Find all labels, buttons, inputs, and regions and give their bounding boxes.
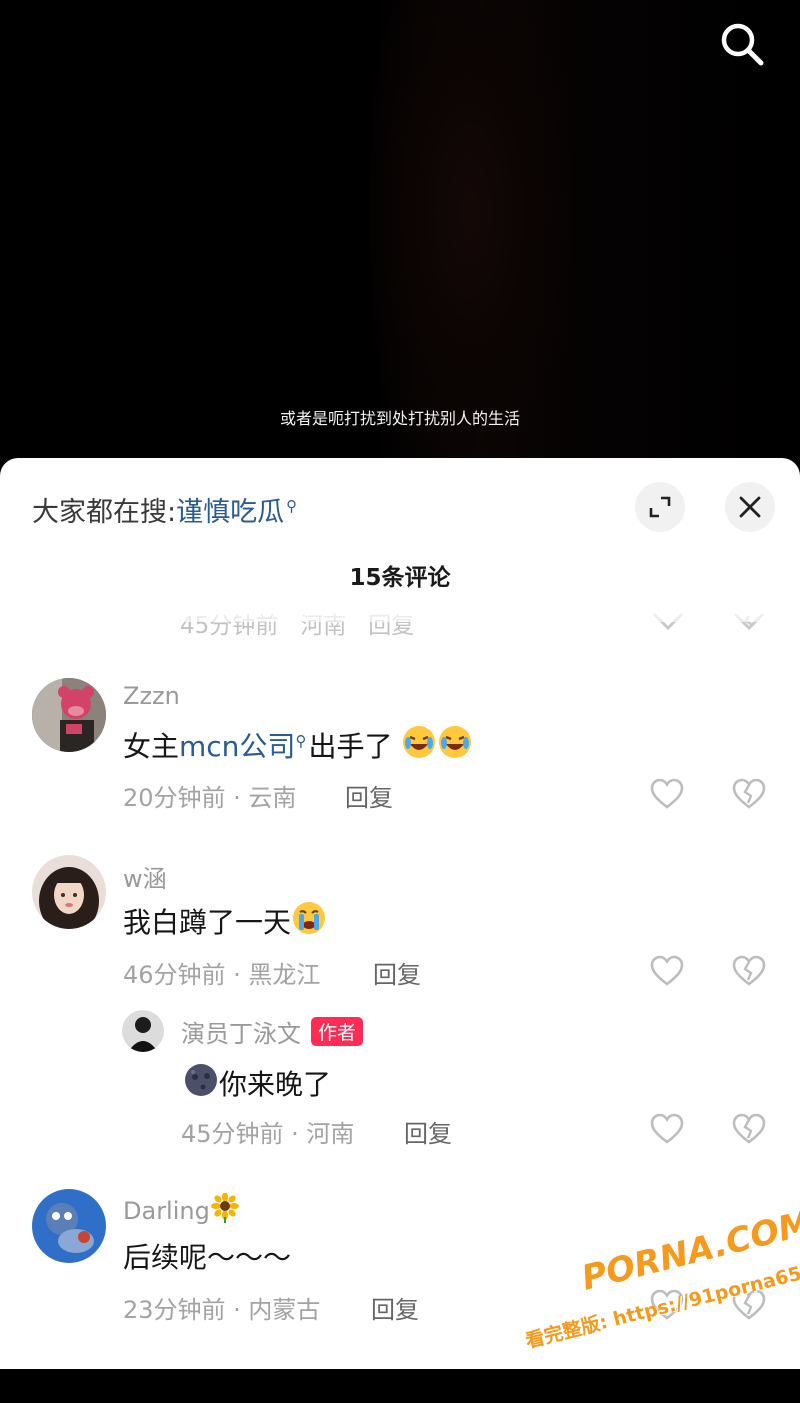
heart-icon[interactable] xyxy=(649,953,685,989)
dislike-icon[interactable] xyxy=(731,1111,767,1147)
reply-button[interactable]: 回复 xyxy=(345,778,393,813)
comment-text: 我白蹲了一天 xyxy=(123,900,327,943)
comment-meta: 46分钟前 · 黑龙江 xyxy=(123,961,321,989)
dark-moon-emoji-icon xyxy=(183,1062,219,1105)
comment-meta: 20分钟前 · 云南 xyxy=(123,784,297,812)
video-frame xyxy=(370,0,570,470)
hot-search-bar[interactable]: 大家都在搜:谨慎吃瓜 ⚲ xyxy=(32,490,297,529)
comment-username[interactable]: w涵 xyxy=(123,859,167,894)
reply-button[interactable]: 回复 xyxy=(371,1290,419,1325)
video-subtitle: 或者是呃打扰到处打扰别人的生活 xyxy=(279,409,520,428)
author-badge: 作者 xyxy=(311,1017,364,1046)
avatar[interactable] xyxy=(32,678,106,752)
search-icon: ⚲ xyxy=(295,731,307,750)
hot-search-prefix: 大家都在搜: xyxy=(32,497,177,528)
search-icon[interactable] xyxy=(718,20,766,68)
crying-emoji-icon xyxy=(291,900,327,943)
hot-search-term[interactable]: 谨慎吃瓜 xyxy=(176,497,284,528)
dislike-icon[interactable] xyxy=(731,953,767,989)
search-icon: ⚲ xyxy=(286,497,298,515)
video-player[interactable]: 或者是呃打扰到处打扰别人的生活 xyxy=(0,0,800,470)
avatar[interactable] xyxy=(32,1189,106,1263)
dislike-icon[interactable] xyxy=(731,776,767,812)
author-username[interactable]: Darling xyxy=(123,1197,210,1225)
comment-meta: 45分钟前 · 河南 xyxy=(181,1120,355,1148)
comment-username[interactable]: Zzzn xyxy=(123,682,180,710)
scroll-fade xyxy=(0,596,800,622)
comment-meta: 23分钟前 · 内蒙古 xyxy=(123,1296,321,1324)
sunflower-emoji-icon xyxy=(210,1192,240,1229)
comment-text: 女主mcn公司⚲出手了 xyxy=(123,724,473,767)
heart-icon[interactable] xyxy=(649,1111,685,1147)
author-username[interactable]: 演员丁泳文 xyxy=(181,1020,301,1048)
avatar[interactable] xyxy=(32,855,106,929)
avatar[interactable] xyxy=(122,1010,164,1052)
laughing-crying-emoji-icon xyxy=(401,724,437,767)
comment-count: 15条评论 xyxy=(349,565,451,591)
expand-icon xyxy=(649,496,671,518)
comment-username: 演员丁泳文 作者 xyxy=(181,1014,364,1049)
comment-search-link[interactable]: mcn公司 xyxy=(179,730,295,763)
comment-text-part: 出手了 xyxy=(308,730,393,763)
heart-icon[interactable] xyxy=(649,776,685,812)
close-icon xyxy=(739,496,761,518)
comment-text-part: 你来晚了 xyxy=(219,1068,332,1101)
close-button[interactable] xyxy=(725,482,775,532)
laughing-crying-emoji-icon xyxy=(437,724,473,767)
comment-text-part: 我白蹲了一天 xyxy=(123,906,292,939)
comment-username: Darling xyxy=(123,1192,240,1229)
reply-button[interactable]: 回复 xyxy=(373,955,421,990)
expand-button[interactable] xyxy=(635,482,685,532)
comment-text: 你来晚了 xyxy=(183,1062,331,1105)
reply-button[interactable]: 回复 xyxy=(404,1114,452,1149)
comment-text-part: 女主 xyxy=(123,730,180,763)
comment-text: 后续呢～～～ xyxy=(123,1241,292,1274)
